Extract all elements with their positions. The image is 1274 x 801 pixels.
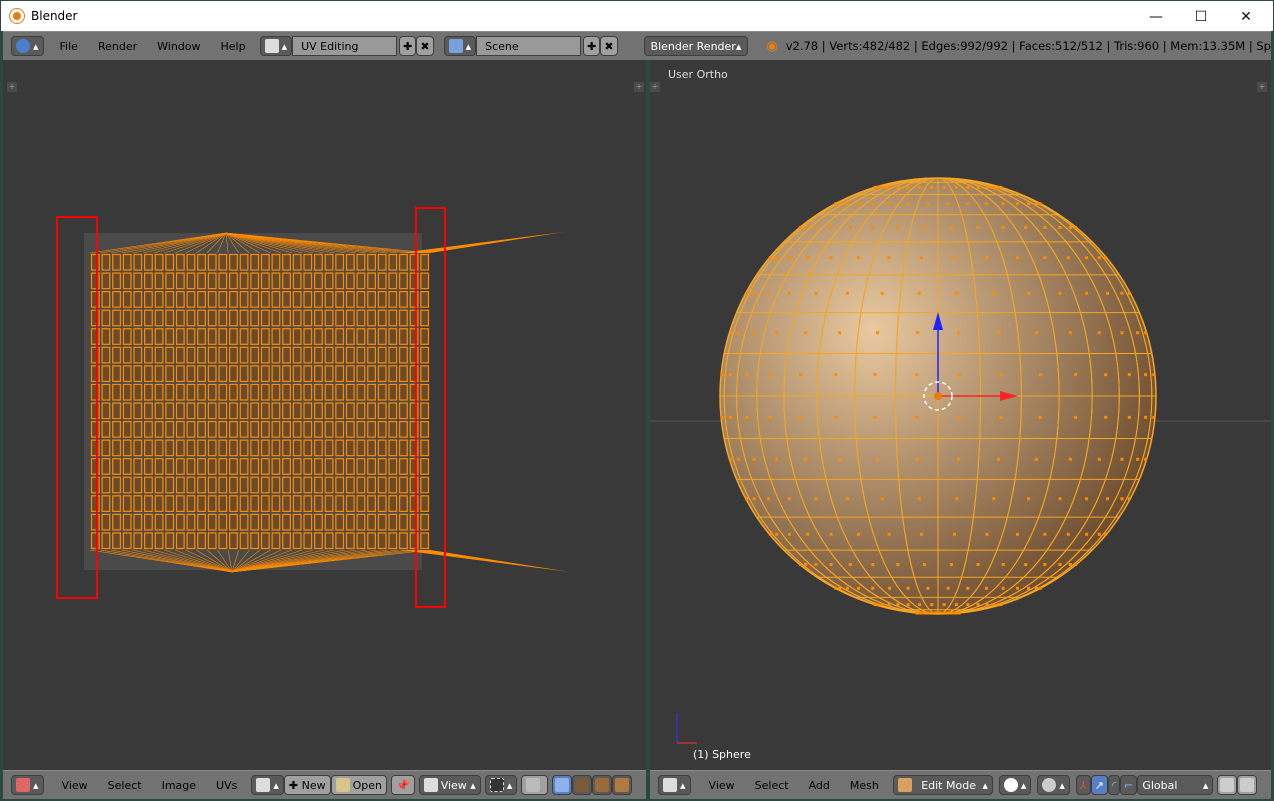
layout-icon bbox=[264, 39, 279, 53]
info-icon bbox=[16, 39, 30, 53]
transform-orientation-dropdown[interactable]: Global ▴ bbox=[1137, 775, 1214, 795]
menu-select[interactable]: Select bbox=[745, 779, 799, 792]
scene-stats: v2.78 | Verts:482/482 | Edges:992/992 | … bbox=[785, 39, 1271, 53]
solid-shading-icon bbox=[1003, 778, 1018, 792]
rotate-manipulator-button[interactable]: ◜ bbox=[1107, 775, 1121, 795]
blender-logo-icon bbox=[10, 9, 24, 23]
new-image-button[interactable]: ✚ New bbox=[283, 775, 331, 795]
3d-view-header: ▴ View Select Add Mesh Edit Mode ▴ ▴ ▴ ⅄ … bbox=[650, 770, 1271, 799]
cube-icon bbox=[1240, 778, 1255, 792]
render-engine-label: Blender Render bbox=[650, 39, 736, 53]
open-label: Open bbox=[352, 778, 382, 792]
shading-dropdown[interactable]: ▴ bbox=[998, 775, 1032, 795]
scene-icon bbox=[448, 39, 463, 53]
scene-icon-button[interactable]: ▴ bbox=[443, 36, 477, 56]
orientation-label: Global bbox=[1142, 778, 1178, 792]
edge-select-icon bbox=[575, 778, 590, 792]
maximize-button[interactable]: ☐ bbox=[1181, 5, 1221, 29]
window-title: Blender bbox=[31, 9, 78, 23]
image-icon bbox=[423, 778, 438, 792]
uv-image-editor[interactable]: + + bbox=[3, 60, 646, 770]
scale-icon: ⌐ bbox=[1124, 778, 1134, 792]
uv-editor-header: ▴ View Select Image UVs ▴ ✚ New Open 📌 V… bbox=[3, 770, 646, 799]
browse-image-button[interactable]: ▴ bbox=[251, 775, 284, 795]
pivot-icon bbox=[489, 778, 504, 792]
menu-add[interactable]: Add bbox=[799, 779, 840, 792]
info-header: ▴ File Render Window Help ▴ UV Editing ✚… bbox=[3, 31, 1271, 60]
translate-manipulator-button[interactable]: ↗ bbox=[1090, 775, 1108, 795]
add-scene-button[interactable]: ✚ bbox=[583, 36, 601, 56]
menu-uvs[interactable]: UVs bbox=[206, 779, 247, 792]
island-select-button[interactable] bbox=[612, 775, 633, 795]
vertex-select-icon bbox=[555, 778, 570, 792]
island-select-icon bbox=[615, 778, 630, 792]
menu-file[interactable]: File bbox=[50, 40, 88, 53]
menu-select[interactable]: Select bbox=[98, 779, 152, 792]
open-image-button[interactable]: Open bbox=[330, 775, 387, 795]
scale-manipulator-button[interactable]: ⌐ bbox=[1120, 775, 1138, 795]
viewport-view-label: User Ortho bbox=[668, 68, 728, 81]
close-button[interactable]: ✕ bbox=[1226, 5, 1266, 29]
cube-icon bbox=[1220, 778, 1235, 792]
editor-type-button[interactable]: ▴ bbox=[658, 775, 691, 795]
menu-window[interactable]: Window bbox=[147, 40, 210, 53]
pin-button[interactable]: 📌 bbox=[390, 775, 415, 795]
window-titlebar: Blender — ☐ ✕ bbox=[0, 0, 1274, 31]
menu-image[interactable]: Image bbox=[152, 779, 206, 792]
menu-view[interactable]: View bbox=[699, 779, 745, 792]
face-select-button[interactable] bbox=[592, 775, 613, 795]
image-icon bbox=[256, 778, 271, 792]
sync-selection-button[interactable] bbox=[521, 775, 549, 795]
pivot-dropdown[interactable]: ▴ bbox=[484, 775, 518, 795]
folder-icon bbox=[335, 778, 350, 792]
axis-manipulator-icon: ⅄ bbox=[1079, 778, 1087, 792]
blender-icon: ◉ bbox=[766, 38, 778, 54]
arrow-icon: ↗ bbox=[1094, 778, 1104, 792]
3d-viewport[interactable]: + + bbox=[650, 60, 1271, 770]
mode-label: Edit Mode bbox=[921, 778, 976, 792]
menu-help[interactable]: Help bbox=[211, 40, 256, 53]
delete-screen-button[interactable]: ✖ bbox=[416, 36, 434, 56]
delete-scene-button[interactable]: ✖ bbox=[600, 36, 618, 56]
render-engine-dropdown[interactable]: Blender Render ▴ bbox=[643, 36, 749, 56]
expand-toolbar-icon[interactable]: + bbox=[7, 82, 17, 92]
view-mode-label: View bbox=[440, 778, 467, 792]
scene-field[interactable]: Scene bbox=[476, 36, 582, 56]
expand-properties-icon[interactable]: + bbox=[634, 82, 644, 92]
face-select-icon bbox=[595, 778, 610, 792]
view-mode-dropdown[interactable]: View ▴ bbox=[418, 775, 481, 795]
rotate-icon: ◜ bbox=[1111, 778, 1117, 792]
layer-button[interactable] bbox=[1237, 775, 1258, 795]
menu-render[interactable]: Render bbox=[88, 40, 147, 53]
editor-type-button[interactable]: ▴ bbox=[11, 36, 44, 56]
vertex-select-button[interactable] bbox=[552, 775, 573, 795]
occlude-geometry-button[interactable] bbox=[1217, 775, 1238, 795]
pivot-dropdown[interactable]: ▴ bbox=[1037, 775, 1070, 795]
add-screen-button[interactable]: ✚ bbox=[399, 36, 417, 56]
pivot-icon bbox=[1042, 778, 1057, 792]
mode-dropdown[interactable]: Edit Mode ▴ bbox=[892, 775, 993, 795]
image-editor-icon bbox=[16, 778, 30, 792]
edit-mode-icon bbox=[897, 778, 912, 792]
expand-properties-icon[interactable]: + bbox=[1257, 82, 1267, 92]
minimize-button[interactable]: — bbox=[1136, 5, 1176, 29]
menu-view[interactable]: View bbox=[52, 779, 98, 792]
sync-icon bbox=[526, 778, 541, 792]
edge-select-button[interactable] bbox=[572, 775, 593, 795]
3d-view-icon bbox=[663, 778, 677, 792]
expand-toolbar-icon[interactable]: + bbox=[650, 82, 660, 92]
active-object-label: (1) Sphere bbox=[693, 748, 751, 761]
new-label: New bbox=[301, 778, 326, 792]
menu-mesh[interactable]: Mesh bbox=[840, 779, 889, 792]
pin-icon: 📌 bbox=[395, 778, 410, 792]
editor-type-button[interactable]: ▴ bbox=[11, 775, 44, 795]
screen-layout-icon-button[interactable]: ▴ bbox=[259, 36, 293, 56]
manipulator-toggle[interactable]: ⅄ bbox=[1075, 775, 1091, 795]
screen-layout-field[interactable]: UV Editing bbox=[292, 36, 398, 56]
